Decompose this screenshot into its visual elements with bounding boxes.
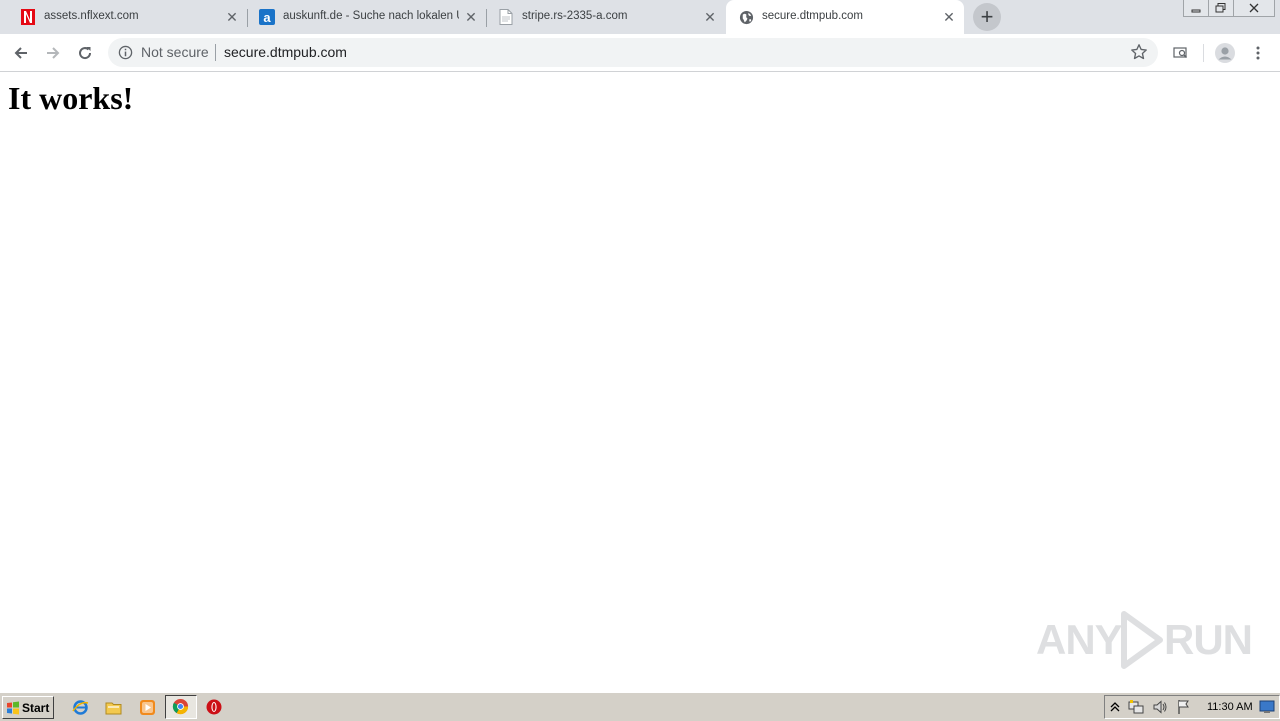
windows-logo-icon	[7, 701, 19, 714]
arrow-right-icon	[47, 47, 60, 59]
avatar-icon	[1215, 43, 1235, 63]
close-tab-icon[interactable]: ✕	[702, 9, 718, 25]
restore-button[interactable]	[1208, 0, 1234, 17]
opera-icon[interactable]	[205, 698, 223, 716]
url-text[interactable]: secure.dtmpub.com	[224, 44, 347, 60]
close-tab-icon[interactable]: ✕	[224, 9, 240, 25]
watermark-text-left: ANY	[1036, 616, 1123, 663]
close-window-icon	[1249, 3, 1259, 13]
close-tab-icon[interactable]: ✕	[463, 9, 479, 25]
extension-icon	[1173, 47, 1187, 58]
restore-icon	[1215, 3, 1226, 13]
tab-assets-nflxext[interactable]: assets.nflxext.com ✕	[8, 0, 244, 34]
show-desktop-button[interactable]	[1259, 699, 1275, 715]
anyrun-watermark: ANY RUN	[1036, 608, 1253, 672]
action-center-flag-icon[interactable]	[1176, 699, 1192, 715]
page-content: It works! ANY RUN	[0, 72, 1280, 692]
internet-explorer-icon[interactable]	[71, 698, 89, 716]
svg-text:a: a	[263, 10, 271, 25]
start-label: Start	[22, 700, 50, 715]
tab-title: assets.nflxext.com	[44, 10, 139, 22]
reload-button[interactable]	[72, 40, 98, 66]
volume-icon[interactable]	[1152, 699, 1168, 715]
extension-button[interactable]	[1168, 40, 1194, 66]
monitor-icon	[1259, 700, 1275, 713]
tab-title: secure.dtmpub.com	[762, 10, 863, 22]
document-icon	[498, 9, 514, 25]
profile-button[interactable]	[1212, 40, 1238, 66]
clock[interactable]: 11:30 AM	[1207, 701, 1253, 713]
show-hidden-icons-button[interactable]	[1107, 699, 1123, 715]
play-triangle-icon	[1121, 611, 1163, 669]
system-tray: 11:30 AM	[1104, 695, 1280, 719]
address-bar[interactable]: Not secure secure.dtmpub.com	[108, 38, 1158, 67]
omnibox-divider	[215, 44, 216, 61]
tab-title: auskunft.de - Suche nach lokalen Un	[283, 10, 459, 22]
taskbar: Start 11:30 AM	[0, 692, 1280, 721]
globe-icon	[738, 9, 754, 25]
tab-stripe[interactable]: stripe.rs-2335-a.com ✕	[486, 0, 722, 34]
chrome-taskbar-button[interactable]	[165, 695, 197, 719]
arrow-left-icon	[14, 47, 27, 59]
back-button[interactable]	[8, 40, 34, 66]
file-explorer-icon[interactable]	[104, 698, 122, 716]
tab-title: stripe.rs-2335-a.com	[522, 10, 628, 22]
bookmark-star-icon[interactable]	[1130, 43, 1148, 61]
tab-auskunft[interactable]: a auskunft.de - Suche nach lokalen Un ✕	[247, 0, 483, 34]
info-icon[interactable]	[118, 45, 133, 60]
security-status[interactable]: Not secure	[141, 44, 209, 60]
browser-toolbar: Not secure secure.dtmpub.com	[0, 34, 1280, 72]
close-tab-icon[interactable]: ✕	[941, 9, 957, 25]
new-tab-button[interactable]: +	[973, 3, 1001, 31]
network-icon[interactable]	[1128, 699, 1144, 715]
forward-button[interactable]	[40, 40, 66, 66]
watermark-text-right: RUN	[1164, 616, 1253, 663]
media-player-icon[interactable]	[138, 698, 156, 716]
toolbar-divider	[1203, 44, 1204, 62]
auskunft-icon: a	[259, 9, 275, 25]
tab-strip: assets.nflxext.com ✕ a auskunft.de - Suc…	[0, 0, 1280, 34]
chrome-icon	[172, 698, 189, 715]
minimize-icon	[1191, 9, 1201, 13]
start-button[interactable]: Start	[2, 696, 54, 719]
close-window-button[interactable]	[1233, 0, 1275, 17]
netflix-icon	[20, 9, 36, 25]
reload-icon	[79, 47, 92, 60]
minimize-button[interactable]	[1183, 0, 1209, 17]
page-heading: It works!	[8, 80, 134, 116]
kebab-menu-icon	[1256, 46, 1260, 60]
chevron-up-icon	[1110, 702, 1120, 712]
menu-button[interactable]	[1245, 40, 1271, 66]
tab-secure-dtmpub[interactable]: secure.dtmpub.com ✕	[726, 0, 964, 34]
